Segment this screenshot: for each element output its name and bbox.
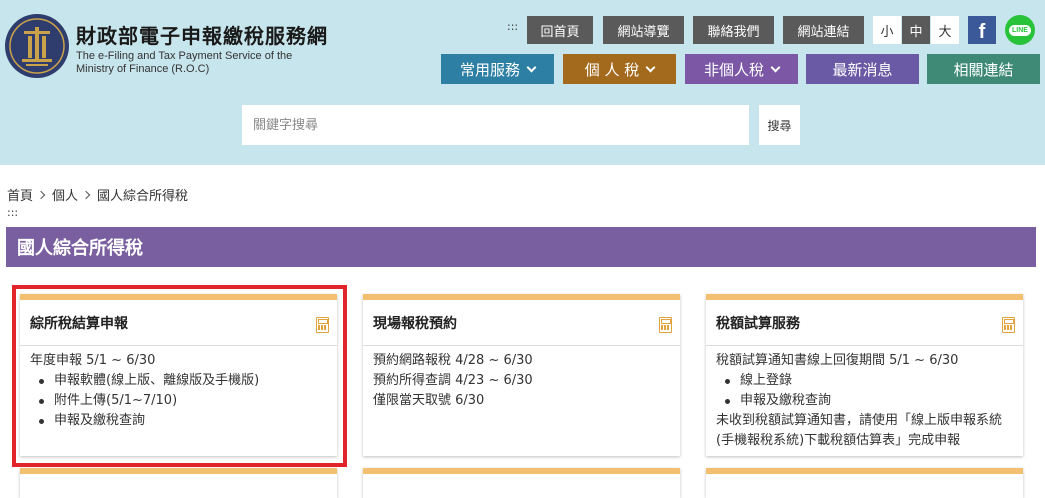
card-title[interactable]: 稅額試算服務 [716,313,800,333]
card-note-line: 未收到稅額試算通知書，請使用「線上版申報系統 [716,413,1003,428]
page-title: 國人綜合所得稅 [6,227,1036,267]
card-header[interactable]: 現場報稅預約 [363,300,680,346]
line-icon[interactable]: LINE [1005,15,1035,45]
font-size-large[interactable]: 大 [931,16,959,44]
highlight-box [12,285,347,467]
card-next-row [706,468,1023,498]
site-header: 財政部電子申報繳稅服務網 The e-Filing and Tax Paymen… [0,0,1045,165]
font-size-small[interactable]: 小 [873,16,901,44]
card-link-line[interactable]: 預約網路報稅 4/28 ~ 6/30 [373,351,670,371]
ministry-emblem-logo[interactable] [4,13,70,79]
accesskey-top[interactable]: ::: [507,21,518,32]
chevron-down-icon [526,62,537,72]
nav-non-personal-tax-label: 非個人稅 [703,60,764,79]
nav-related-links[interactable]: 相關連結 [927,54,1040,84]
chevron-right-icon [81,190,91,199]
card-next-row [20,468,337,498]
nav-related-links-label: 相關連結 [953,60,1014,79]
font-size-medium[interactable]: 中 [902,16,930,44]
list-item[interactable]: 申報及繳稅查詢 [716,391,1013,411]
calculator-icon [659,317,672,333]
facebook-icon[interactable]: f [968,16,996,44]
card-header[interactable]: 稅額試算服務 [706,300,1023,346]
site-subtitle-line2: Ministry of Finance (R.O.C) [76,63,210,75]
card-onsite-reservation[interactable]: 現場報稅預約 預約網路報稅 4/28 ~ 6/30 預約所得查調 4/23 ~ … [363,294,680,456]
breadcrumb-home[interactable]: 首頁 [7,185,33,204]
chevron-down-icon [770,62,781,72]
contact-link[interactable]: 聯絡我們 [693,16,774,44]
chevron-right-icon [36,190,46,199]
card-note-line: (手機報稅系統)下載稅額估算表」完成申報 [716,433,961,448]
card-text-line: 稅額試算通知書線上回復期間 5/1 ~ 6/30 [716,353,959,368]
site-subtitle-line1: The e-Filing and Tax Payment Service of … [76,50,293,62]
nav-non-personal-tax[interactable]: 非個人稅 [685,54,798,84]
nav-common-services[interactable]: 常用服務 [441,54,554,84]
card-tax-estimate-service[interactable]: 稅額試算服務 稅額試算通知書線上回復期間 5/1 ~ 6/30 線上登錄 申報及… [706,294,1023,456]
links-link[interactable]: 網站連結 [783,16,864,44]
facebook-icon-label: f [978,21,986,43]
nav-latest-news-label: 最新消息 [832,60,893,79]
calculator-icon [1002,317,1015,333]
nav-personal-tax-label: 個 人 稅 [584,60,640,79]
search-input[interactable] [242,105,749,145]
list-item[interactable]: 線上登錄 [716,371,1013,391]
line-icon-label: LINE [1009,24,1031,36]
breadcrumb-current[interactable]: 國人綜合所得稅 [97,185,188,204]
site-title[interactable]: 財政部電子申報繳稅服務網 [76,20,328,49]
accesskey-content[interactable]: ::: [7,207,18,218]
search-button[interactable]: 搜尋 [759,105,800,145]
chevron-down-icon [645,62,656,72]
nav-common-services-label: 常用服務 [459,60,520,79]
sitemap-link[interactable]: 網站導覽 [603,16,684,44]
card-bullet-list: 線上登錄 申報及繳稅查詢 [716,371,1013,411]
card-body: 稅額試算通知書線上回復期間 5/1 ~ 6/30 線上登錄 申報及繳稅查詢 未收… [706,346,1023,456]
breadcrumb-personal[interactable]: 個人 [52,185,78,204]
card-next-row [363,468,680,498]
card-body: 預約網路報稅 4/28 ~ 6/30 預約所得查調 4/23 ~ 6/30 僅限… [363,346,680,416]
breadcrumb: 首頁 個人 國人綜合所得稅 [7,185,188,204]
nav-personal-tax[interactable]: 個 人 稅 [563,54,676,84]
card-link-line[interactable]: 僅限當天取號 6/30 [373,391,670,411]
card-title[interactable]: 現場報稅預約 [373,313,457,333]
nav-latest-news[interactable]: 最新消息 [806,54,919,84]
home-link[interactable]: 回首頁 [527,16,593,44]
site-subtitle: The e-Filing and Tax Payment Service of … [76,50,336,76]
card-link-line[interactable]: 預約所得查調 4/23 ~ 6/30 [373,371,670,391]
